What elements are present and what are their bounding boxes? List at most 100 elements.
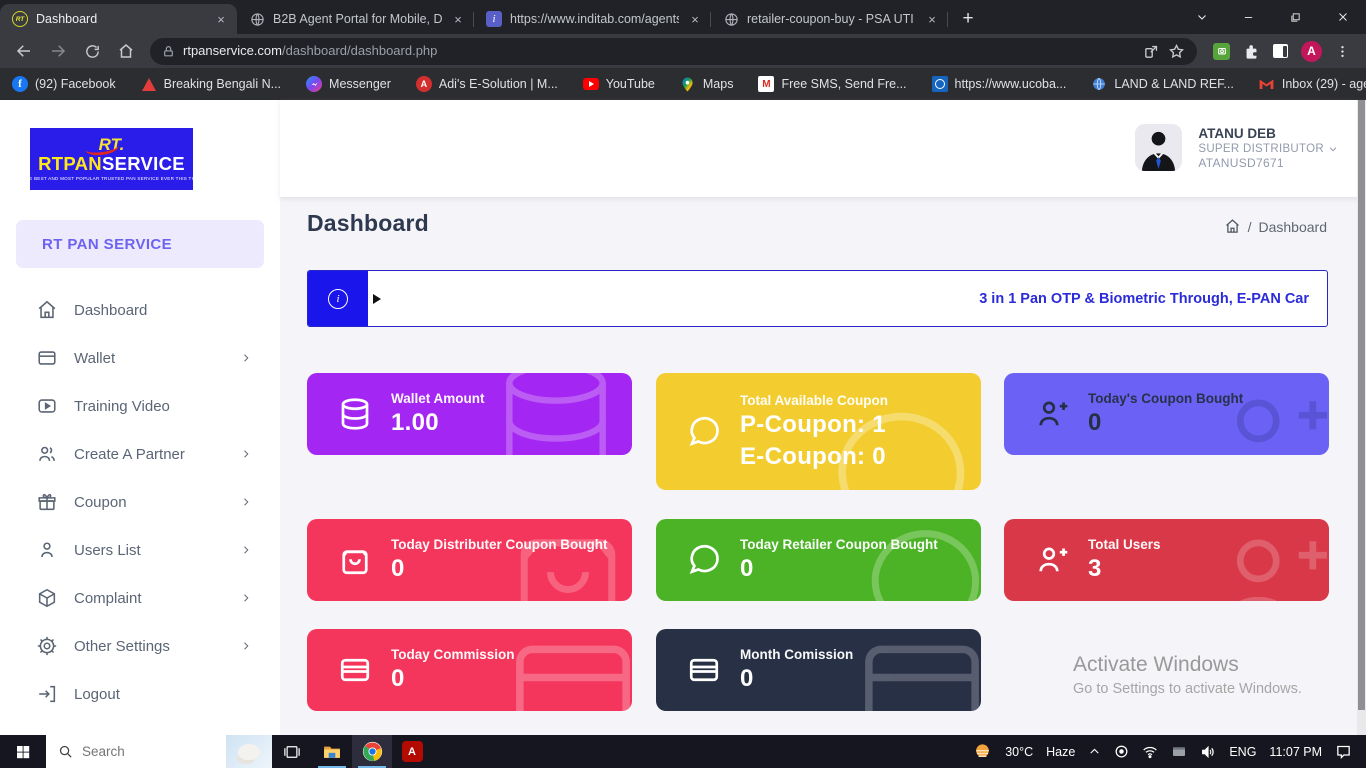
bookmark-label: Inbox (29) - agentat... [1282,77,1366,91]
weather-temp[interactable]: 30°C [1005,745,1033,759]
news-triangle-icon [141,76,157,92]
inditab-favicon-icon: i [486,11,502,27]
side-panel-icon[interactable] [1273,44,1288,58]
bookmark-gmail-inbox[interactable]: Inbox (29) - agentat... [1259,76,1366,92]
stat-card-month-comission: Month Comission 0 [656,629,981,711]
stat-label: Today Distributer Coupon Bought [391,537,607,552]
bookmark-messenger[interactable]: Messenger [306,76,391,92]
sidebar-nav: Dashboard Wallet Training Video [0,286,280,718]
bookmark-label: Adi's E-Solution | M... [439,77,558,91]
gmail-icon [1259,76,1275,92]
chevron-down-icon [1328,144,1338,154]
tab-close-icon[interactable]: × [924,11,940,27]
chevron-right-icon [240,640,252,652]
meet-now-icon[interactable] [1114,744,1129,759]
chrome-profile-avatar[interactable]: A [1301,41,1322,62]
sidebar-item-create-a-partner[interactable]: Create A Partner [0,430,280,478]
tab-inditab[interactable]: i https://www.inditab.com/agents/ × [474,4,711,34]
logo-rt-mark: RT. [99,136,125,153]
logo-tagline: THE BEST AND MOST POPULAR TRUSTED PAN SE… [22,177,200,182]
bookmark-ucoba[interactable]: https://www.ucoba... [932,76,1067,92]
new-tab-button[interactable]: + [954,5,982,33]
user-info: ATANU DEB SUPER DISTRIBUTOR ATANUSD7671 [1198,126,1338,170]
address-bar[interactable]: rtpanservice.com/dashboard/dashboard.php [150,38,1197,65]
display-icon[interactable] [1171,744,1187,760]
chrome-button[interactable] [352,735,392,768]
tab-close-icon[interactable]: × [687,11,703,27]
sidebar-item-users-list[interactable]: Users List [0,526,280,574]
user-menu[interactable]: ATANU DEB SUPER DISTRIBUTOR ATANUSD7671 [1135,124,1338,171]
wifi-icon[interactable] [1142,744,1158,760]
taskbar-search-box[interactable] [46,735,272,768]
user-role: SUPER DISTRIBUTOR [1198,143,1338,155]
brand-pill[interactable]: RT PAN SERVICE [16,220,264,268]
bookmark-free-sms[interactable]: M Free SMS, Send Fre... [758,76,906,92]
scrollbar-thumb[interactable] [1358,100,1365,710]
globe-favicon-icon [723,11,739,27]
acrobat-button[interactable]: A [392,735,432,768]
forward-button[interactable] [44,37,72,65]
bookmark-land-ref[interactable]: LAND & LAND REF... [1091,76,1233,92]
clock[interactable]: 11:07 PM [1269,745,1322,759]
video-play-icon [36,395,58,417]
sidebar-item-label: Complaint [74,590,240,607]
share-icon[interactable] [1143,43,1160,60]
sidebar-item-label: Create A Partner [74,446,240,463]
close-button[interactable] [1319,0,1366,34]
stat-value: 0 [391,665,515,693]
language-indicator[interactable]: ENG [1229,745,1256,759]
messenger-icon [306,76,322,92]
page-scrollbar[interactable] [1357,100,1366,735]
bookmark-star-icon[interactable] [1168,43,1185,60]
database-icon [337,396,373,432]
action-center-icon[interactable] [1335,743,1352,760]
weather-condition[interactable]: Haze [1046,745,1075,759]
breadcrumb-home-icon[interactable] [1224,218,1241,235]
bookmark-youtube[interactable]: YouTube [583,76,655,92]
sidebar-item-label: Training Video [74,398,252,415]
chrome-menu-icon[interactable] [1335,44,1350,59]
tab-b2b-portal[interactable]: B2B Agent Portal for Mobile, DTH × [237,4,474,34]
page-title: Dashboard [307,210,429,237]
tab-retailer-coupon[interactable]: retailer-coupon-buy - PSA UTI [P × [711,4,948,34]
start-button[interactable] [0,735,46,768]
sidebar-item-other-settings[interactable]: Other Settings [0,622,280,670]
task-view-button[interactable] [272,735,312,768]
extensions-puzzle-icon[interactable] [1243,43,1260,60]
file-explorer-button[interactable] [312,735,352,768]
tab-close-icon[interactable]: × [450,11,466,27]
credit-card-icon [686,652,722,688]
tab-close-icon[interactable]: × [213,11,229,27]
rtpan-logo[interactable]: RT. RTPANSERVICE THE BEST AND MOST POPUL… [30,128,193,190]
stat-label: Month Comission [740,647,853,662]
sidebar-item-wallet[interactable]: Wallet [0,334,280,382]
bookmark-maps[interactable]: Maps [680,76,734,92]
sidebar-item-training-video[interactable]: Training Video [0,382,280,430]
stat-value: 0 [740,665,853,693]
restore-button[interactable] [1272,0,1319,34]
screenshot-extension-icon[interactable] [1213,43,1230,60]
reload-button[interactable] [78,37,106,65]
bookmark-facebook[interactable]: f (92) Facebook [12,76,116,92]
tab-dashboard[interactable]: RT Dashboard × [0,4,237,34]
stat-card-wallet-amount: Wallet Amount 1.00 [307,373,632,455]
weather-haze-icon[interactable] [973,742,992,761]
sidebar-item-coupon[interactable]: Coupon [0,478,280,526]
sidebar-item-dashboard[interactable]: Dashboard [0,286,280,334]
shopping-bag-icon [337,542,373,578]
tray-chevron-up-icon[interactable] [1088,745,1101,758]
minimize-button[interactable] [1225,0,1272,34]
speaker-icon[interactable] [1200,744,1216,760]
bookmark-adis-esolution[interactable]: A Adi's E-Solution | M... [416,76,558,92]
sidebar-item-logout[interactable]: Logout [0,670,280,718]
bookmark-breaking-bengali[interactable]: Breaking Bengali N... [141,76,281,92]
search-input[interactable] [82,744,192,759]
breadcrumb-separator: / [1248,219,1252,235]
tab-search-chevron-icon[interactable] [1178,0,1225,34]
home-button[interactable] [112,37,140,65]
logo-brand-text: RTPANSERVICE [38,155,185,174]
people-icon [36,443,58,465]
sidebar-item-complaint[interactable]: Complaint [0,574,280,622]
back-button[interactable] [10,37,38,65]
breadcrumb: / Dashboard [1224,218,1327,235]
